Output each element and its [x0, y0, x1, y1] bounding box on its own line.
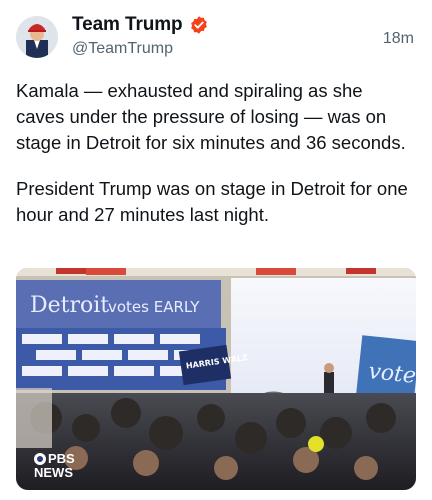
- banner-text-votes-early: votes EARLY: [108, 298, 200, 316]
- watermark-line2: NEWS: [34, 465, 73, 480]
- pbs-news-watermark: PBS NEWS: [34, 452, 75, 480]
- post-paragraph: President Trump was on stage in Detroit …: [16, 178, 408, 225]
- handle[interactable]: @TeamTrump: [72, 40, 173, 58]
- post-text: Kamala — exhausted and spiraling as she …: [16, 78, 416, 248]
- verified-badge-icon: [190, 16, 207, 34]
- post-paragraph: Kamala — exhausted and spiraling as she …: [16, 80, 406, 153]
- avatar[interactable]: [16, 16, 58, 58]
- author-row: Team Trump: [72, 14, 209, 36]
- watermark-line1: PBS: [48, 451, 75, 466]
- display-name[interactable]: Team Trump: [72, 14, 183, 36]
- rally-photo: Detroit votes EARLY HARRIS WALZ vote: [16, 268, 416, 490]
- vote-sign-text: vote: [367, 359, 416, 389]
- profile-photo-icon: [16, 16, 58, 58]
- post-card[interactable]: Team Trump @TeamTrump 18m Kamala — exhau…: [0, 0, 432, 500]
- pbs-logo-icon: [34, 453, 46, 465]
- post-media-image[interactable]: Detroit votes EARLY HARRIS WALZ vote PBS…: [16, 268, 416, 490]
- timestamp[interactable]: 18m: [383, 30, 414, 48]
- banner-text-detroit: Detroit: [30, 293, 109, 318]
